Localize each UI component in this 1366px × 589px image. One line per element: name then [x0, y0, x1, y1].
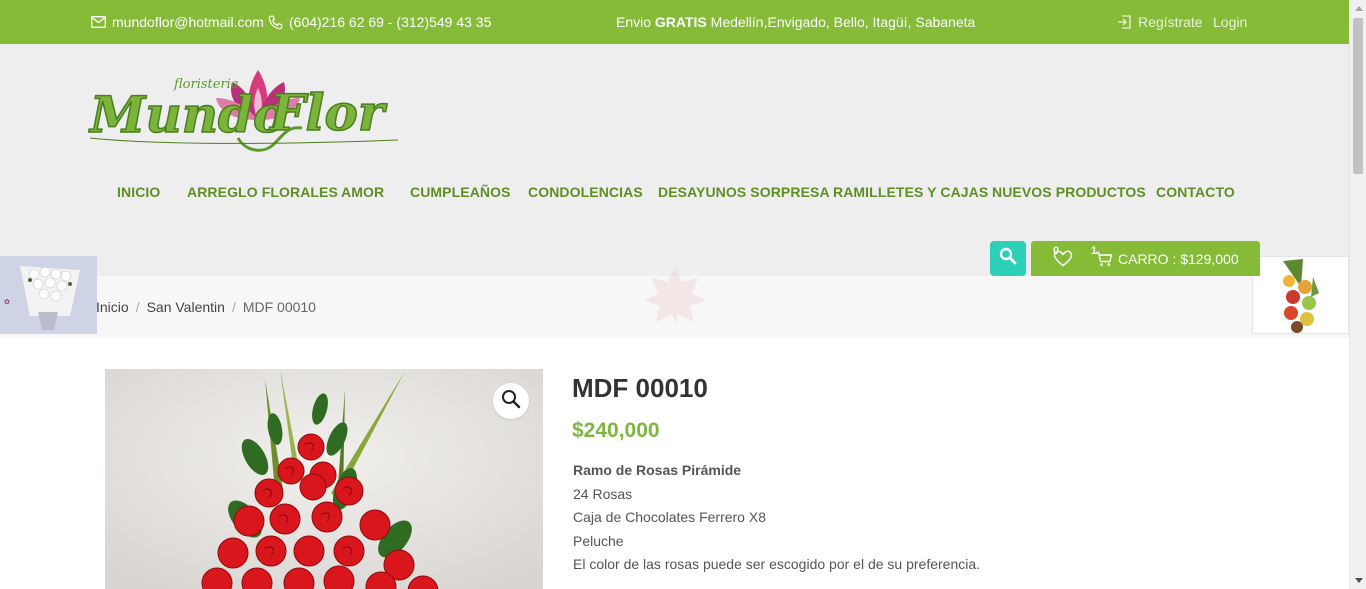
envelope-icon [89, 13, 107, 31]
scroll-up-arrow-icon[interactable] [1350, 0, 1366, 17]
nav-item-cumpleanos[interactable]: CUMPLEAÑOS [410, 184, 511, 200]
product-title: MDF 00010 [572, 373, 708, 403]
contact-phone[interactable]: (604)216 62 69 - (312)549 43 35 [266, 0, 491, 44]
svg-text:Mundo: Mundo [88, 85, 286, 144]
description-line: Ramo de Rosas Pirámide [573, 462, 742, 478]
magnifier-icon [501, 389, 521, 414]
nav-item-arreglo-florales[interactable]: ARREGLO FLORALES [187, 184, 338, 200]
cart-button[interactable]: 0 1 CARRO : $129,000 [1031, 241, 1260, 276]
heart-icon[interactable] [1053, 250, 1073, 272]
breadcrumb-home[interactable]: Inicio [96, 299, 129, 315]
sign-in-icon [1115, 13, 1133, 31]
register-label[interactable]: Regístrate [1138, 14, 1203, 30]
top-bar: mundoflor@hotmail.com (604)216 62 69 - (… [0, 0, 1349, 44]
previous-product-thumbnail[interactable]: ✿ [0, 256, 97, 334]
svg-text:✿: ✿ [4, 298, 10, 306]
breadcrumb-current: MDF 00010 [242, 299, 316, 315]
email-link[interactable]: mundoflor@hotmail.com [112, 14, 264, 30]
breadcrumb-separator: / [231, 299, 236, 315]
breadcrumb: Inicio / San Valentin / MDF 00010 [96, 299, 316, 315]
site-logo[interactable]: floristeria Mundo Flor [87, 68, 402, 158]
product-image[interactable] [105, 369, 543, 589]
description-line: El color de las rosas puede ser escogido… [573, 556, 981, 573]
login-label[interactable]: Login [1213, 14, 1247, 30]
image-zoom-button[interactable] [493, 383, 529, 419]
next-product-thumbnail[interactable] [1252, 256, 1349, 334]
nav-item-contacto[interactable]: CONTACTO [1156, 184, 1235, 200]
login-link[interactable]: Login [1213, 0, 1247, 44]
breadcrumb-separator: / [135, 299, 140, 315]
register-link[interactable]: Regístrate [1115, 0, 1203, 44]
cart-icon [1095, 251, 1113, 272]
cart-total-label: CARRO : $129,000 [1118, 251, 1239, 267]
leaf-watermark-icon [640, 266, 710, 331]
nav-item-condolencias[interactable]: CONDOLENCIAS [528, 184, 643, 200]
nav-item-nuevos-productos[interactable]: NUEVOS PRODUCTOS [992, 184, 1146, 200]
main-nav: INICIO ARREGLO FLORALES AMOR CUMPLEAÑOS … [0, 184, 1349, 204]
nav-item-amor[interactable]: AMOR [341, 184, 384, 200]
nav-item-inicio[interactable]: INICIO [117, 184, 160, 200]
product-price: $240,000 [572, 419, 660, 442]
page-scrollbar[interactable] [1349, 0, 1366, 589]
breadcrumb-category[interactable]: San Valentin [147, 299, 225, 315]
search-icon [999, 247, 1017, 270]
shipping-free-label: GRATIS [654, 14, 707, 30]
phone-icon [266, 13, 284, 31]
nav-item-ramilletes-y-cajas[interactable]: RAMILLETES Y CAJAS [833, 184, 988, 200]
breadcrumb-band: Inicio / San Valentin / MDF 00010 [0, 268, 1349, 338]
phone-text: (604)216 62 69 - (312)549 43 35 [289, 14, 492, 30]
scrollbar-thumb[interactable] [1353, 18, 1363, 174]
search-button[interactable] [990, 241, 1026, 276]
description-line: 24 Rosas [573, 485, 633, 502]
scroll-down-arrow-icon[interactable] [1350, 572, 1366, 589]
contact-email[interactable]: mundoflor@hotmail.com [89, 0, 264, 44]
shipping-cities: Medellín,Envigado, Bello, Itagüí, Sabane… [706, 14, 976, 30]
description-line: Caja de Chocolates Ferrero X8 [573, 509, 766, 526]
description-line: Peluche [573, 532, 624, 549]
nav-item-desayunos-sorpresa[interactable]: DESAYUNOS SORPRESA [658, 184, 830, 200]
shipping-notice: Envio GRATIS Medellín,Envigado, Bello, I… [616, 0, 975, 44]
product-description: Ramo de Rosas Pirámide 24 Rosas Caja de … [573, 459, 980, 577]
shipping-prefix: Envio [616, 14, 655, 30]
